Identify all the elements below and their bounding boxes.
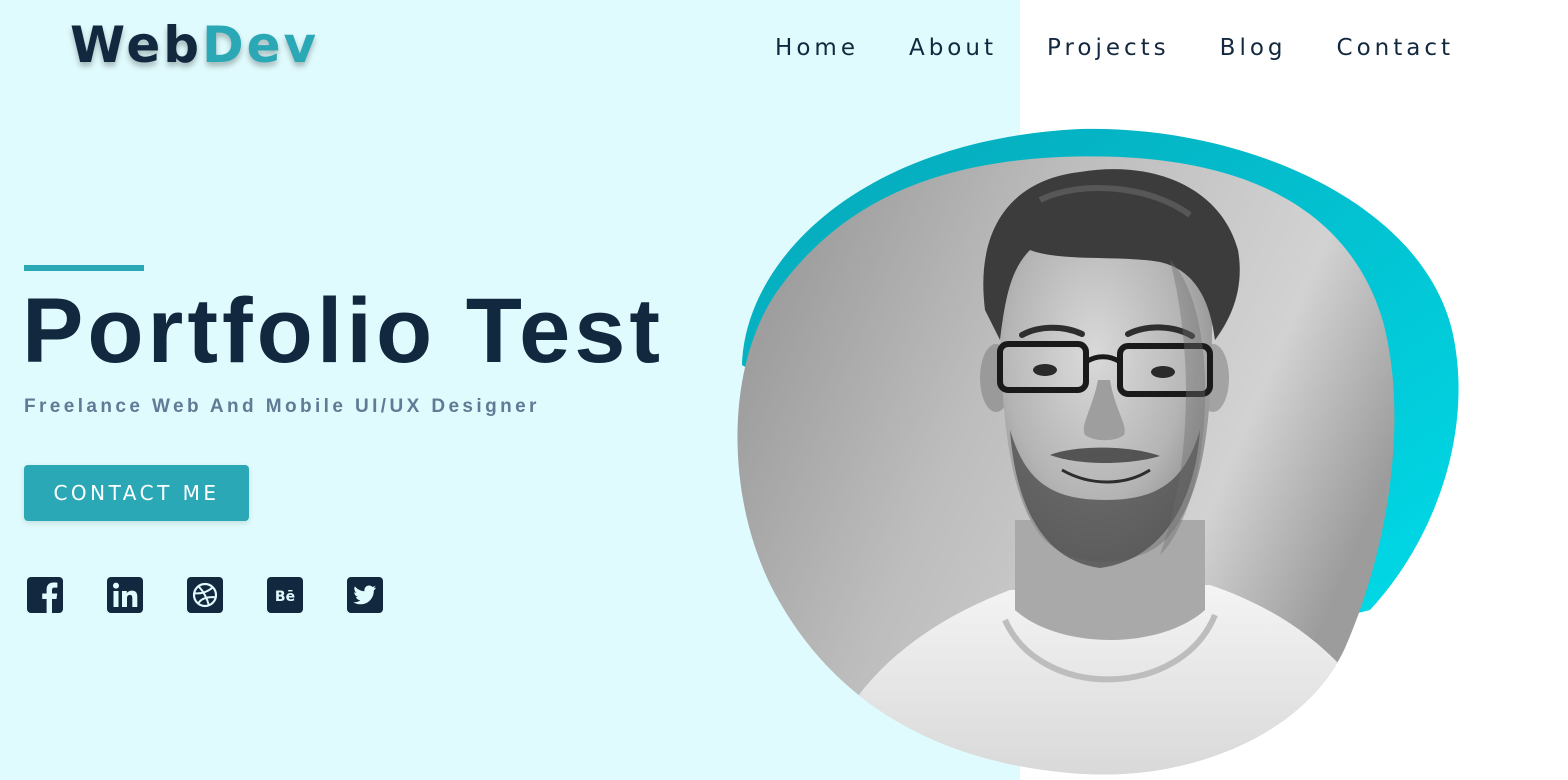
logo-text-web: Web: [70, 16, 203, 74]
site-logo[interactable]: WebDev: [70, 10, 319, 80]
nav-link-about[interactable]: About: [909, 30, 997, 66]
nav-link-contact[interactable]: Contact: [1337, 30, 1454, 66]
twitter-link[interactable]: [346, 576, 384, 614]
linkedin-icon: [106, 576, 144, 614]
title-accent-line: [24, 265, 144, 271]
dribbble-link[interactable]: [186, 576, 224, 614]
twitter-icon: [346, 576, 384, 614]
nav-link-blog[interactable]: Blog: [1220, 30, 1287, 66]
contact-me-button[interactable]: CONTACT ME: [24, 465, 249, 521]
page: WebDev Home About Projects Blog Contact …: [0, 0, 1568, 780]
hero-background-panel: [0, 0, 1020, 780]
nav-link-projects[interactable]: Projects: [1047, 30, 1170, 66]
behance-link[interactable]: Bē: [266, 576, 304, 614]
logo-text-dev: Dev: [202, 16, 320, 74]
hero-title: Portfolio Test: [22, 280, 665, 382]
hero-subtitle: Freelance Web And Mobile UI/UX Designer: [24, 396, 540, 417]
facebook-icon: [26, 576, 64, 614]
main-nav: Home About Projects Blog Contact: [775, 30, 1454, 66]
behance-icon: Bē: [266, 576, 304, 614]
linkedin-link[interactable]: [106, 576, 144, 614]
social-links: Bē: [26, 576, 384, 614]
dribbble-icon: [186, 576, 224, 614]
facebook-link[interactable]: [26, 576, 64, 614]
nav-link-home[interactable]: Home: [775, 30, 859, 66]
svg-text:Bē: Bē: [275, 589, 295, 605]
